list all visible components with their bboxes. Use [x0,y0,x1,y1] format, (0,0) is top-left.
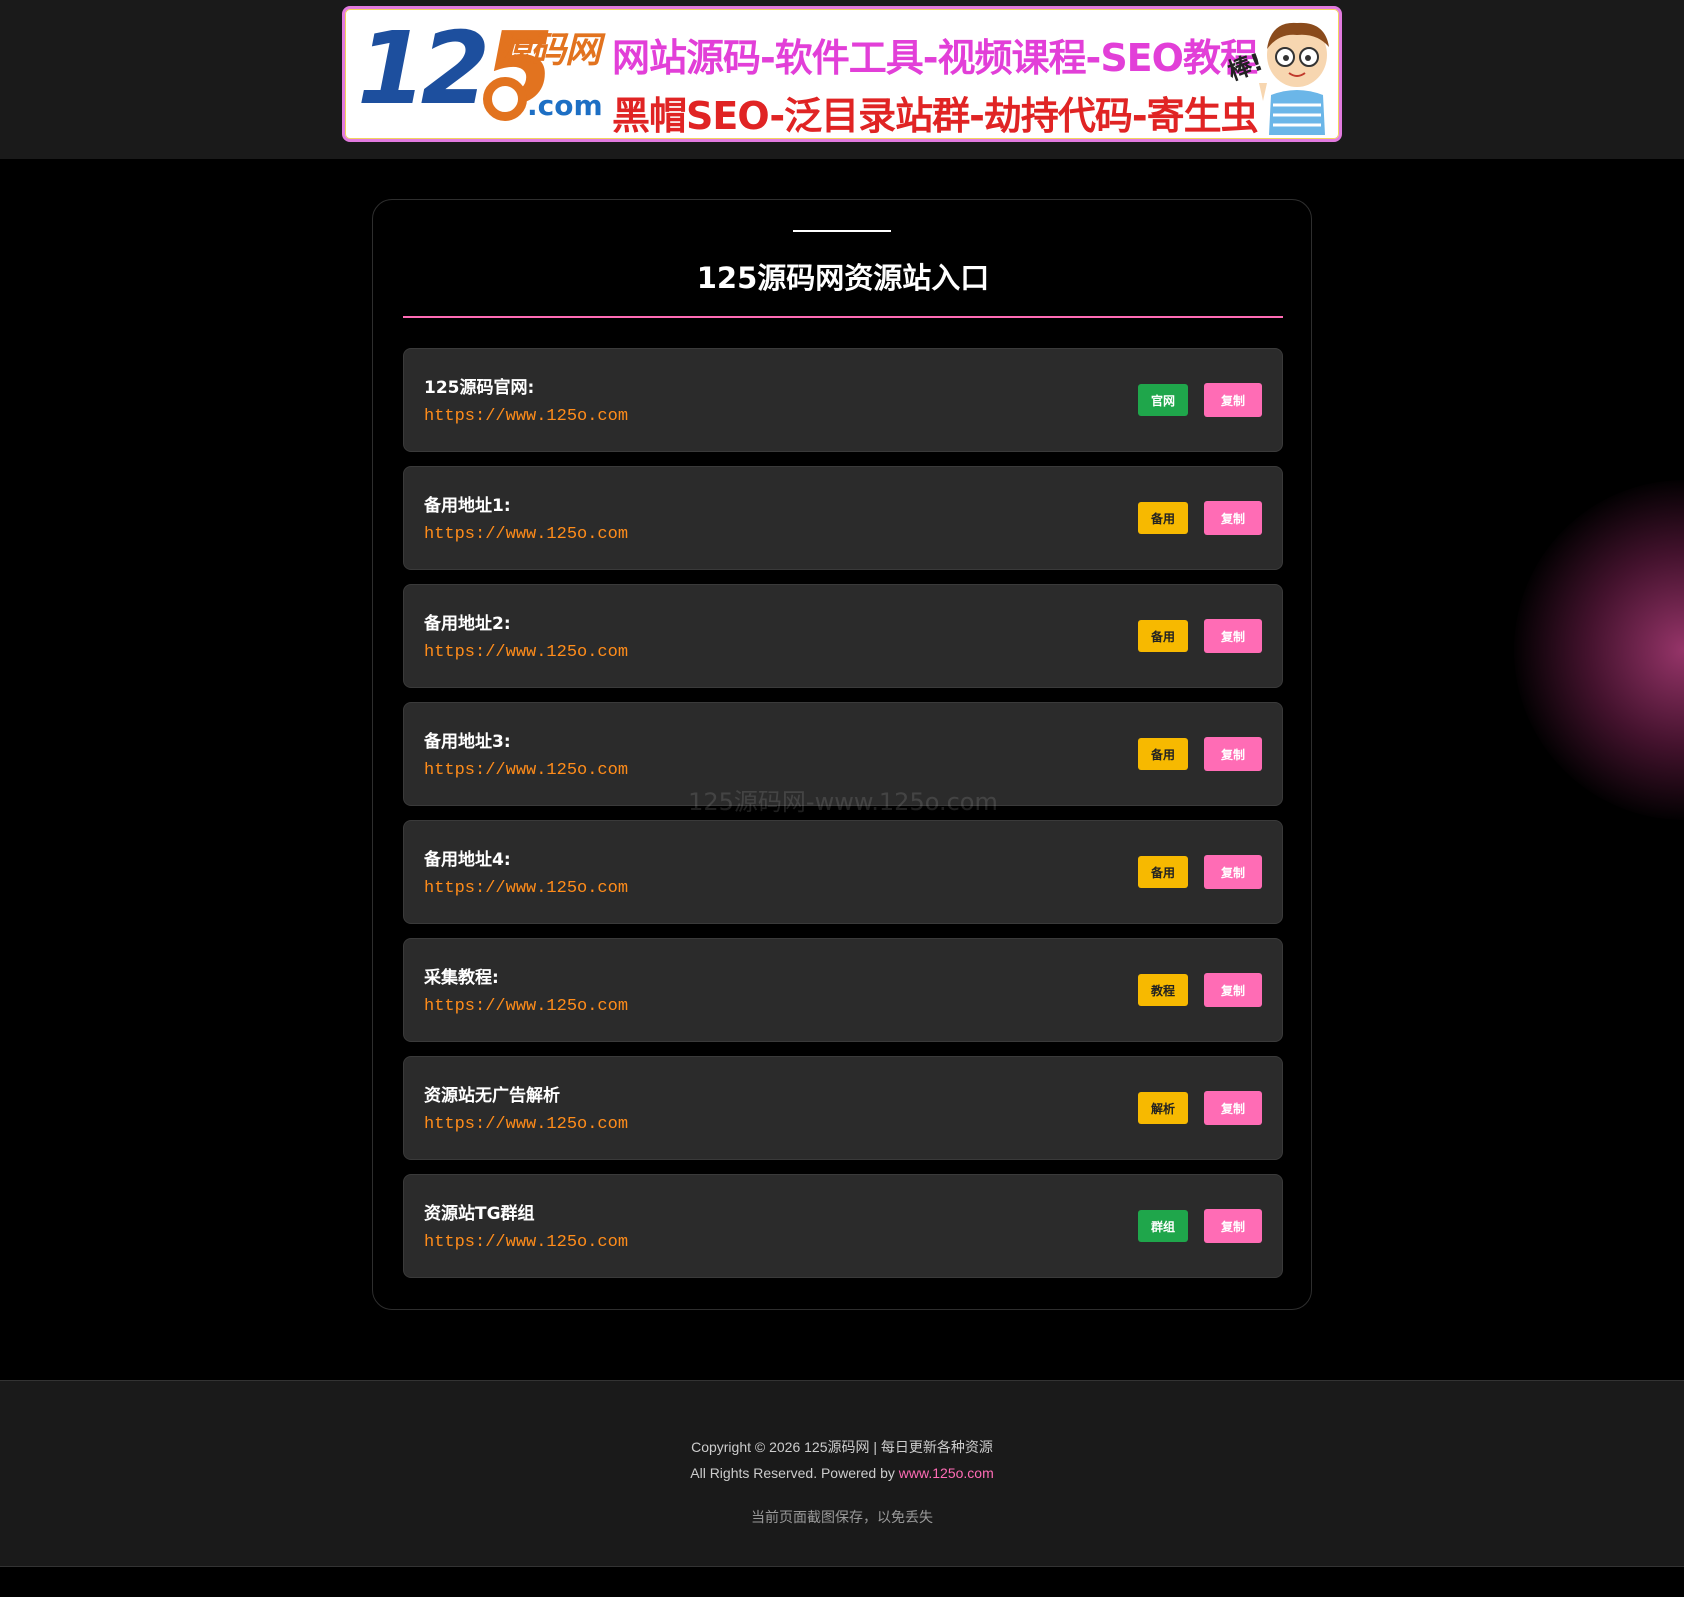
link-row-parse: 资源站无广告解析 https://www.125o.com 解析 复制 [403,1056,1283,1160]
badge-backup-button[interactable]: 备用 [1138,738,1188,770]
row-url[interactable]: https://www.125o.com [424,1115,628,1134]
badge-backup-button[interactable]: 备用 [1138,856,1188,888]
row-label: 备用地址4: [424,850,511,870]
copy-button[interactable]: 复制 [1204,1091,1262,1125]
badge-group-button[interactable]: 群组 [1138,1210,1188,1242]
site-header: 125 源码网 .com 网站源码-软件工具-视频课程-SEO教程 黑帽SEO-… [0,0,1684,159]
title-decoration [793,230,891,232]
badge-backup-button[interactable]: 备用 [1138,620,1188,652]
badge-tutorial-button[interactable]: 教程 [1138,974,1188,1006]
badge-backup-button[interactable]: 备用 [1138,502,1188,534]
footer-copyright: Copyright © 2026 125源码网 | 每日更新各种资源 [691,1439,993,1455]
link-row-tg-group: 资源站TG群组 https://www.125o.com 群组 复制 [403,1174,1283,1278]
banner-slogan-line1: 网站源码-软件工具-视频课程-SEO教程 [612,36,1258,80]
link-row-tutorial: 采集教程: https://www.125o.com 教程 复制 [403,938,1283,1042]
copy-button[interactable]: 复制 [1204,383,1262,417]
link-row-backup-2: 备用地址2: https://www.125o.com 备用 复制 [403,584,1283,688]
header-banner[interactable]: 125 源码网 .com 网站源码-软件工具-视频课程-SEO教程 黑帽SEO-… [342,6,1342,142]
row-label: 资源站无广告解析 [424,1086,560,1106]
row-label: 备用地址2: [424,614,511,634]
page-title: 125源码网资源站入口 [696,261,990,295]
row-url[interactable]: https://www.125o.com [424,997,628,1016]
logo-dotcom: .com [527,89,603,122]
row-url[interactable]: https://www.125o.com [424,525,628,544]
row-label: 资源站TG群组 [424,1204,535,1224]
entry-card: 125源码网资源站入口 125源码官网: https://www.125o.co… [372,199,1312,1310]
footer-rights: All Rights Reserved. Powered by www.125o… [0,1465,1684,1481]
logo-brand: 源码网 [495,30,601,71]
row-label: 备用地址3: [424,732,511,752]
link-list: 125源码官网: https://www.125o.com 官网 复制 备用地址… [403,348,1283,1292]
logo-o-ring [483,77,527,121]
copy-button[interactable]: 复制 [1204,619,1262,653]
row-url[interactable]: https://www.125o.com [424,407,628,426]
mascot-icon [1259,22,1329,135]
footer-powered-link[interactable]: www.125o.com [899,1465,994,1481]
banner-slogan-line2: 黑帽SEO-泛目录站群-劫持代码-寄生虫 [612,94,1259,138]
footer-rights-text: All Rights Reserved. Powered by [690,1465,899,1481]
row-url[interactable]: https://www.125o.com [424,761,628,780]
row-label: 备用地址1: [424,496,511,516]
link-row-backup-1: 备用地址1: https://www.125o.com 备用 复制 [403,466,1283,570]
link-row-backup-4: 备用地址4: https://www.125o.com 备用 复制 [403,820,1283,924]
row-url[interactable]: https://www.125o.com [424,879,628,898]
copy-button[interactable]: 复制 [1204,737,1262,771]
page: 125 源码网 .com 网站源码-软件工具-视频课程-SEO教程 黑帽SEO-… [0,0,1684,1597]
background-glow [1514,480,1684,820]
badge-parse-button[interactable]: 解析 [1138,1092,1188,1124]
copy-button[interactable]: 复制 [1204,855,1262,889]
row-url[interactable]: https://www.125o.com [424,643,628,662]
site-footer: Copyright © 2026 125源码网 | 每日更新各种资源 All R… [0,1380,1684,1567]
row-label: 采集教程: [424,968,499,988]
copy-button[interactable]: 复制 [1204,1209,1262,1243]
row-label: 125源码官网: [424,378,535,398]
badge-official-button[interactable]: 官网 [1138,384,1188,416]
row-url[interactable]: https://www.125o.com [424,1233,628,1252]
copy-button[interactable]: 复制 [1204,501,1262,535]
link-row-backup-3: 备用地址3: https://www.125o.com 备用 复制 [403,702,1283,806]
footer-notice: 当前页面截图保存，以免丢失 [751,1510,933,1526]
title-divider [403,316,1283,318]
copy-button[interactable]: 复制 [1204,973,1262,1007]
link-row-official: 125源码官网: https://www.125o.com 官网 复制 [403,348,1283,452]
